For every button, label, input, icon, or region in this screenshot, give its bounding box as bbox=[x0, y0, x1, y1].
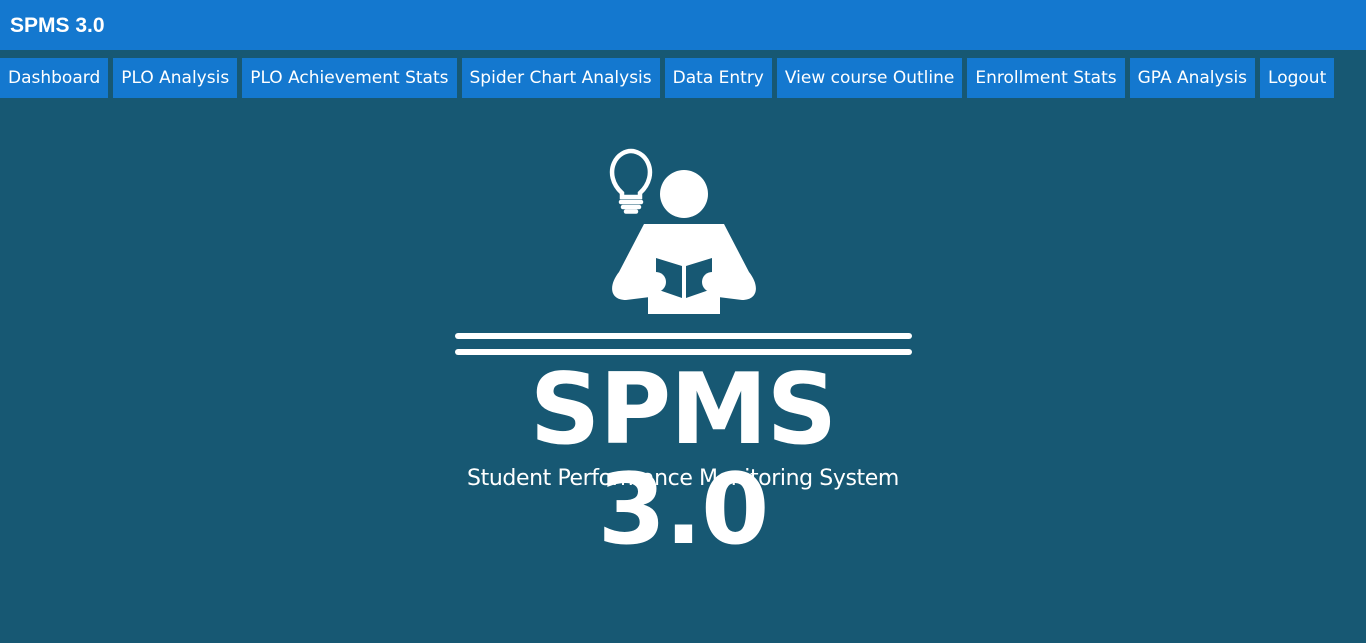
app-title: SPMS 3.0 bbox=[10, 14, 105, 37]
student-reading-icon bbox=[612, 170, 756, 314]
lightbulb-icon bbox=[609, 148, 653, 214]
nav-view-course-outline[interactable]: View course Outline bbox=[776, 58, 963, 98]
nav-gpa-analysis[interactable]: GPA Analysis bbox=[1129, 58, 1256, 98]
nav-dashboard[interactable]: Dashboard bbox=[0, 58, 109, 98]
logo-divider-lines bbox=[455, 333, 912, 355]
top-bar: SPMS 3.0 bbox=[0, 0, 1366, 50]
logo-subtitle: Student Performance Monitoring System bbox=[467, 466, 899, 491]
nav-spider-chart-analysis[interactable]: Spider Chart Analysis bbox=[461, 58, 660, 98]
nav-enrollment-stats[interactable]: Enrollment Stats bbox=[967, 58, 1125, 98]
spms-logo: SPMS 3.0 Student Performance Monitoring … bbox=[452, 148, 914, 560]
main-nav: Dashboard PLO Analysis PLO Achievement S… bbox=[0, 58, 1335, 98]
nav-logout[interactable]: Logout bbox=[1260, 58, 1335, 98]
nav-data-entry[interactable]: Data Entry bbox=[664, 58, 772, 98]
nav-plo-achievement-stats[interactable]: PLO Achievement Stats bbox=[242, 58, 457, 98]
logo-title: SPMS 3.0 bbox=[529, 353, 838, 567]
nav-plo-analysis[interactable]: PLO Analysis bbox=[113, 58, 238, 98]
logo-graphic bbox=[455, 148, 912, 355]
